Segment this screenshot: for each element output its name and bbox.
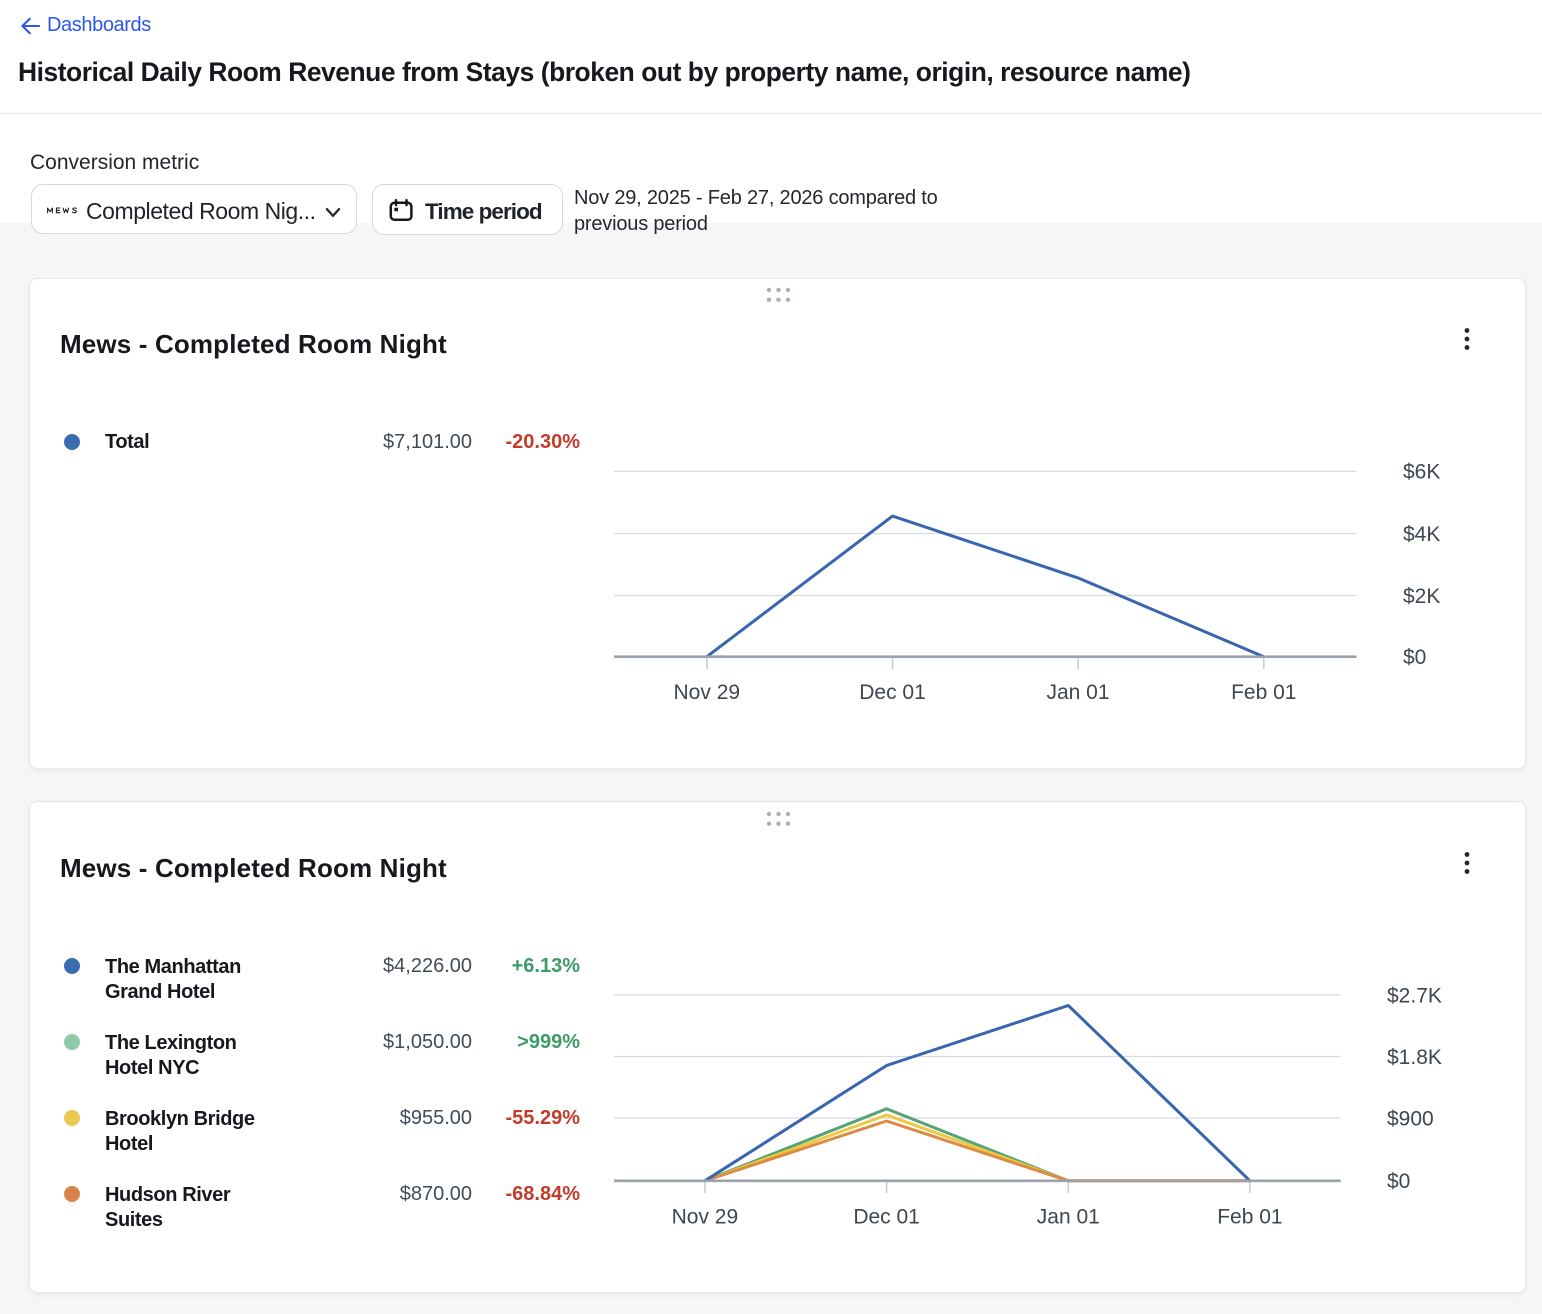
svg-text:$4K: $4K xyxy=(1403,523,1440,546)
svg-text:Jan 01: Jan 01 xyxy=(1037,1206,1100,1229)
svg-text:Jan 01: Jan 01 xyxy=(1046,681,1109,704)
svg-text:$900: $900 xyxy=(1387,1107,1434,1130)
svg-text:$0: $0 xyxy=(1387,1170,1410,1193)
svg-text:Dec 01: Dec 01 xyxy=(853,1206,920,1229)
svg-text:$0: $0 xyxy=(1403,646,1426,669)
svg-text:$2.7K: $2.7K xyxy=(1387,984,1442,1007)
svg-text:$1.8K: $1.8K xyxy=(1387,1046,1442,1069)
svg-text:$6K: $6K xyxy=(1403,461,1440,484)
svg-text:Nov 29: Nov 29 xyxy=(674,681,741,704)
svg-text:Feb 01: Feb 01 xyxy=(1217,1206,1282,1229)
svg-text:Feb 01: Feb 01 xyxy=(1231,681,1296,704)
svg-text:Nov 29: Nov 29 xyxy=(672,1206,739,1229)
svg-text:Dec 01: Dec 01 xyxy=(859,681,926,704)
svg-text:$2K: $2K xyxy=(1403,585,1440,608)
